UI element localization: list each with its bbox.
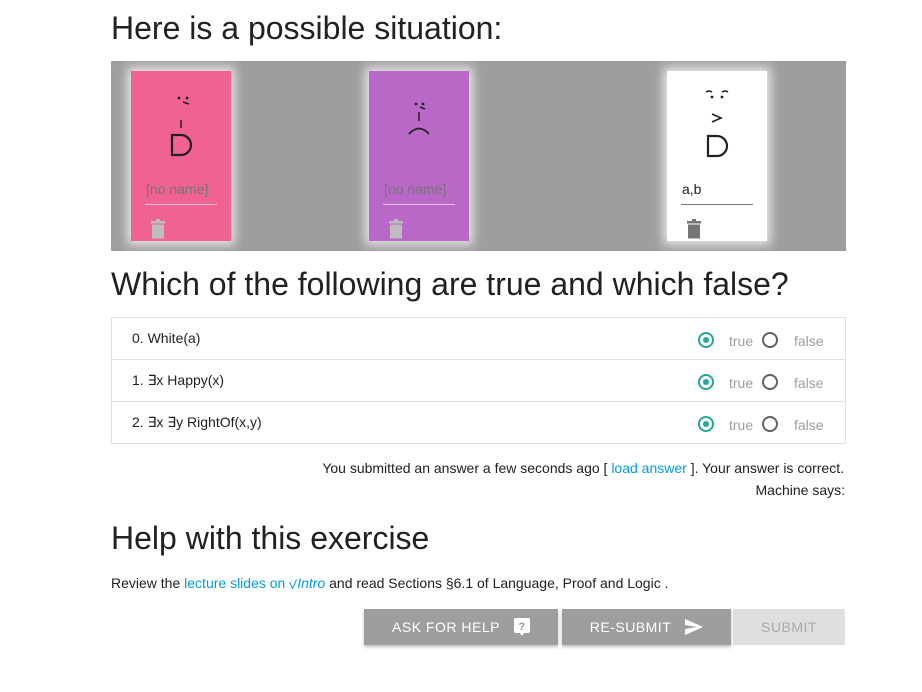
true-label[interactable]: true [729,375,753,391]
link-italic-text[interactable]: Intro [297,575,325,591]
question-label: 1. ∃x Happy(x) [132,372,225,388]
angry-face-icon [667,89,767,159]
submission-status: You submitted an answer a few seconds ag… [322,460,844,476]
question-label: 2. ∃x ∃y RightOf(x,y) [132,414,262,430]
block-name-input[interactable] [681,174,753,205]
false-label[interactable]: false [794,375,824,391]
false-radio[interactable] [762,332,778,348]
block-card[interactable] [369,71,469,241]
help-text: Review the lecture slides on Intro and r… [111,575,669,591]
false-label[interactable]: false [794,417,824,433]
false-label[interactable]: false [794,333,824,349]
load-answer-link[interactable]: load answer [611,460,687,476]
button-label: ASK FOR HELP [392,619,500,635]
situation-heading: Here is a possible situation: [111,10,503,46]
question-row: 1. ∃x Happy(x) true false [112,360,845,402]
false-radio[interactable] [762,416,778,432]
submit-button[interactable]: SUBMIT [733,609,845,645]
block-name-input[interactable] [383,174,455,205]
status-text: You submitted an answer a few seconds ag… [322,460,612,476]
false-radio[interactable] [762,374,778,390]
help-icon: ? [513,618,530,636]
button-label: SUBMIT [761,619,817,635]
resubmit-button[interactable]: RE-SUBMIT [562,609,731,645]
true-radio[interactable] [698,374,714,390]
true-radio[interactable] [698,332,714,348]
delete-icon[interactable] [686,219,702,239]
help-suffix: and read Sections §6.1 of Language, Proo… [325,575,669,591]
delete-icon[interactable] [388,219,404,239]
true-radio[interactable] [698,416,714,432]
help-heading: Help with this exercise [111,520,430,556]
question-label: 0. White(a) [132,330,201,346]
true-label[interactable]: true [729,417,753,433]
question-list: 0. White(a) true false 1. ∃x Happy(x) tr… [111,317,846,444]
happy-face-icon [131,89,231,159]
lecture-slides-link[interactable]: lecture slides on Intro [184,575,325,591]
link-text[interactable]: lecture slides on [184,575,289,591]
sad-face-icon [369,89,469,159]
question-heading: Which of the following are true and whic… [111,266,789,302]
help-prefix: Review the [111,575,185,591]
true-label[interactable]: true [729,333,753,349]
block-card[interactable] [131,71,231,241]
world-canvas [111,61,846,251]
send-icon [685,619,704,635]
question-row: 0. White(a) true false [112,318,845,360]
button-label: RE-SUBMIT [589,619,672,635]
svg-text:?: ? [518,621,525,633]
status-text: ]. Your answer is correct. [686,460,844,476]
block-card[interactable] [667,71,767,241]
delete-icon[interactable] [150,219,166,239]
ask-for-help-button[interactable]: ASK FOR HELP ? [364,609,558,645]
block-name-input[interactable] [145,174,217,205]
machine-says: Machine says: [755,482,845,498]
question-row: 2. ∃x ∃y RightOf(x,y) true false [112,402,845,443]
